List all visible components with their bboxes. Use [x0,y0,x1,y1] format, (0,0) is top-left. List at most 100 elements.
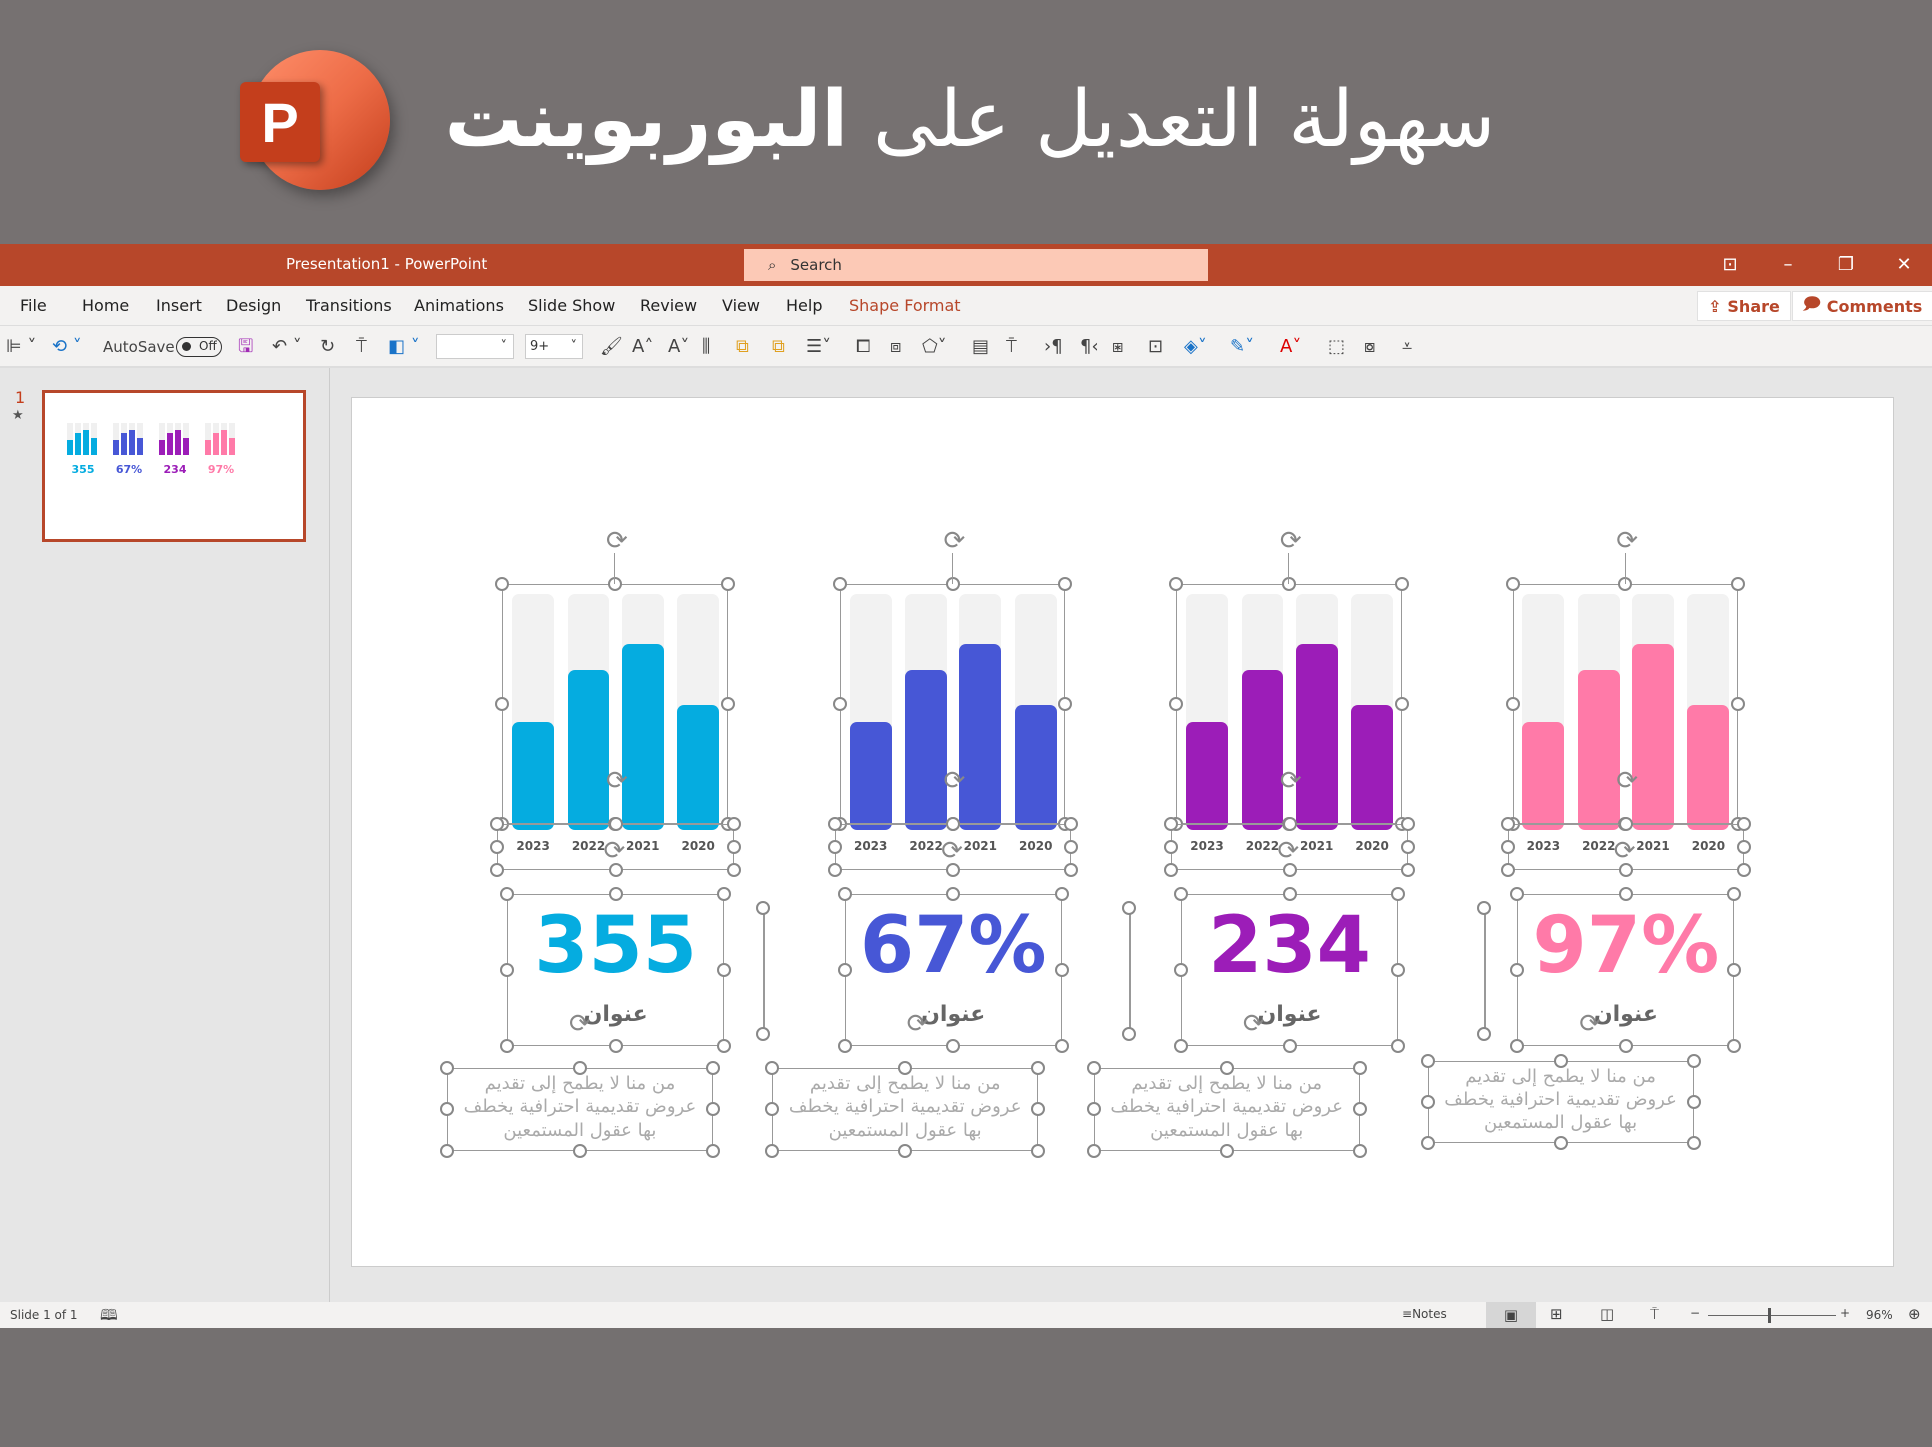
slide-icon[interactable]: ⍑ [1006,336,1017,358]
resize-handle[interactable] [1064,817,1079,832]
rotate-handle-icon[interactable]: ⟳ [944,768,966,794]
resize-handle[interactable] [705,1143,720,1158]
resize-handle[interactable] [1400,840,1415,855]
resize-handle[interactable] [827,862,842,877]
resize-handle[interactable] [500,887,515,902]
description-line[interactable]: بها عقول المستمعين [1428,1111,1694,1134]
resize-handle[interactable] [717,887,732,902]
separator-line[interactable] [1129,908,1131,1034]
resize-handle[interactable] [490,862,505,877]
resize-handle[interactable] [1058,697,1073,712]
resize-handle[interactable] [1064,840,1079,855]
comments-button[interactable]: 🗩 Comments [1792,291,1932,321]
description-line[interactable]: عروض تقديمية احترافية يخطف [772,1095,1038,1118]
resize-handle[interactable] [1731,697,1745,712]
font-name-dropdown[interactable]: ˅ [436,334,514,359]
rotate-handle-icon[interactable]: ⟳ [569,1011,591,1037]
zoom-level[interactable]: 96% [1866,1308,1893,1322]
autosave-toggle[interactable]: Off [176,337,222,357]
stat-title[interactable]: عنوان [845,1002,1062,1027]
more-icon[interactable]: ⩡ [1402,336,1412,358]
ltr-icon[interactable]: ›¶ [1044,336,1063,358]
slideshow-view-icon[interactable]: ⍑ [1650,1305,1659,1323]
resize-handle[interactable] [756,1026,771,1041]
tab-view[interactable]: View [722,296,760,315]
rotate-handle-icon[interactable]: ⟳ [944,528,966,554]
separator-line[interactable] [1484,908,1486,1034]
redo-icon[interactable]: ↻ [320,336,335,358]
shapes-icon[interactable]: ⬠˅ [922,336,947,358]
stat-title[interactable]: عنوان [507,1002,724,1027]
resize-handle[interactable] [1500,862,1515,877]
resize-handle[interactable] [1618,887,1633,902]
reading-view-icon[interactable]: ◫ [1600,1305,1614,1323]
increase-font-icon[interactable]: A˄ [632,336,653,358]
resize-handle[interactable] [726,862,741,877]
rotate-handle-icon[interactable]: ⟳ [1280,528,1302,554]
resize-handle[interactable] [1477,1026,1492,1041]
bring-forward-icon[interactable]: ⧉ [736,336,749,358]
resize-handle[interactable] [1174,1039,1189,1054]
resize-handle[interactable] [495,697,510,712]
resize-handle[interactable] [495,577,510,592]
rotate-handle-icon[interactable]: ⟳ [1616,528,1638,554]
resize-handle[interactable] [827,817,842,832]
resize-handle[interactable] [946,887,961,902]
resize-handle[interactable] [608,817,623,832]
description-line[interactable]: من منا لا يطمح إلى تقديم [772,1072,1038,1095]
resize-handle[interactable] [490,817,505,832]
ribbon-display-button[interactable]: ⊡ [1710,250,1750,280]
resize-handle[interactable] [1164,862,1179,877]
resize-handle[interactable] [1054,887,1069,902]
resize-handle[interactable] [1390,887,1405,902]
resize-handle[interactable] [1394,577,1409,592]
resize-handle[interactable] [1500,840,1515,855]
search-box[interactable]: ⌕ Search [744,249,1208,281]
slide-sorter-icon[interactable]: ⊞ [1550,1305,1563,1323]
resize-handle[interactable] [946,817,961,832]
select-icon[interactable]: ⬚ [1328,336,1345,358]
description-line[interactable]: بها عقول المستمعين [772,1119,1038,1142]
stat-value[interactable]: 234 [1181,901,1398,991]
rtl-icon[interactable]: ¶‹ [1080,336,1099,358]
notes-button[interactable]: ≡Notes [1402,1307,1447,1321]
tab-home[interactable]: Home [82,296,129,315]
resize-handle[interactable] [1282,817,1297,832]
resize-handle[interactable] [720,577,735,592]
zoom-out-button[interactable]: − [1690,1306,1700,1320]
rotate-icon[interactable]: ⟲ ˅ [52,336,82,358]
resize-handle[interactable] [439,1143,454,1158]
stat-title[interactable]: عنوان [1181,1002,1398,1027]
undo-icon[interactable]: ↶ ˅ [272,336,302,358]
rotate-handle-icon[interactable]: ⟳ [1616,768,1638,794]
resize-handle[interactable] [500,1039,515,1054]
description-line[interactable]: بها عقول المستمعين [1094,1119,1360,1142]
minimize-button[interactable]: – [1768,250,1808,280]
resize-handle[interactable] [726,817,741,832]
resize-handle[interactable] [1064,862,1079,877]
rotate-handle-icon[interactable]: ⟳ [941,838,963,864]
format-painter-icon[interactable]: 🖌 [600,336,623,358]
group-icon[interactable]: ⧈ [890,336,901,358]
separator-line[interactable] [763,908,765,1034]
normal-view-icon[interactable]: ▣ [1486,1302,1536,1328]
font-size-dropdown[interactable]: 9+ ˅ [525,334,583,359]
picture-icon[interactable]: ⧆ [1112,336,1123,358]
resize-handle[interactable] [1282,887,1297,902]
outline-color-icon[interactable]: ✎˅ [1230,336,1254,358]
resize-handle[interactable] [608,1039,623,1054]
tab-design[interactable]: Design [226,296,281,315]
resize-handle[interactable] [1164,840,1179,855]
resize-handle[interactable] [1174,887,1189,902]
resize-handle[interactable] [1510,887,1525,902]
resize-handle[interactable] [608,887,623,902]
stat-value[interactable]: 97% [1517,901,1734,991]
zoom-in-button[interactable]: + [1840,1306,1850,1320]
resize-handle[interactable] [1054,1039,1069,1054]
tab-insert[interactable]: Insert [156,296,202,315]
rotate-handle-icon[interactable]: ⟳ [1277,838,1299,864]
zoom-icon[interactable]: ⊡ [1148,336,1163,358]
resize-handle[interactable] [572,1143,587,1158]
resize-handle[interactable] [1219,1143,1234,1158]
align-icon[interactable]: ⊫ ˅ [6,336,36,358]
